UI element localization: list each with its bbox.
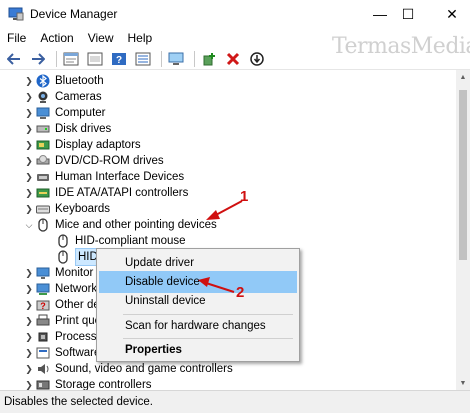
annotation-number-2: 2 bbox=[236, 284, 245, 301]
status-bar: Disables the selected device. bbox=[0, 390, 470, 413]
annotation-arrow-1 bbox=[206, 200, 243, 220]
annotation-number-1: 1 bbox=[240, 188, 249, 205]
status-text: Disables the selected device. bbox=[4, 396, 153, 408]
annotation-arrows bbox=[198, 200, 243, 293]
annotation-arrow-2 bbox=[198, 277, 235, 293]
